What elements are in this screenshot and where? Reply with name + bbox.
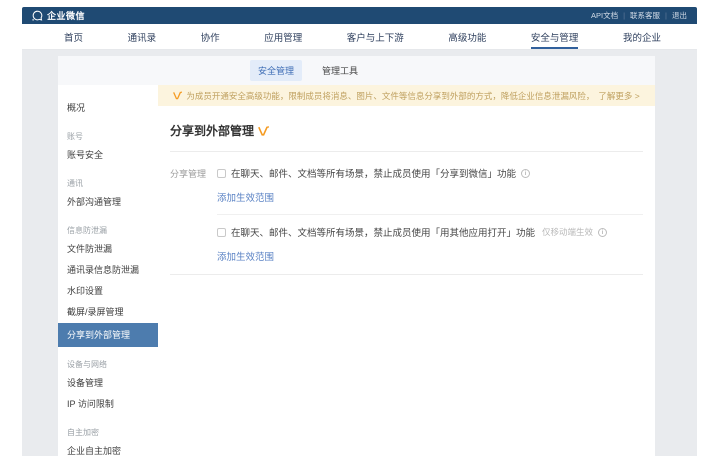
sidebar-item-account-security[interactable]: 账号安全 [58, 145, 158, 166]
divider [170, 151, 643, 152]
sidebar-section-device-network: 设备与网络 [58, 357, 158, 373]
open-with-other-app-checkbox[interactable] [217, 228, 226, 237]
rules-column: 在聊天、邮件、文档等所有场景，禁止成员使用「分享到微信」功能 i 添加生效范围 … [217, 166, 643, 263]
sidebar-section-info-leak-prevention: 信息防泄漏 [58, 223, 158, 239]
info-icon[interactable]: i [598, 228, 607, 237]
page-background: 安全管理 管理工具 为成员开通安全高级功能，限制成员将消息、图片、文件等信息分享… [22, 50, 697, 456]
add-scope-link[interactable]: 添加生效范围 [217, 249, 274, 263]
nav-item-security-management[interactable]: 安全与管理 [531, 24, 579, 49]
admin-console: 企业微信 API文档 | 联系客服 | 退出 首页 通讯录 协作 应用管理 客户… [22, 7, 697, 456]
sidebar-item-device-management[interactable]: 设备管理 [58, 373, 158, 394]
top-bar: 企业微信 API文档 | 联系客服 | 退出 [22, 7, 697, 24]
sidebar-item-ip-access-restriction[interactable]: IP 访问限制 [58, 394, 158, 415]
rule-note: 仅移动端生效 [542, 226, 593, 238]
premium-v-icon [173, 91, 182, 100]
info-icon[interactable]: i [521, 169, 530, 178]
sidebar-item-contacts-leak-prevention[interactable]: 通讯录信息防泄漏 [58, 260, 158, 281]
separator: | [665, 11, 667, 20]
separator: | [623, 11, 625, 20]
nav-item-contacts[interactable]: 通讯录 [128, 24, 157, 49]
sidebar-item-share-to-external[interactable]: 分享到外部管理 [58, 323, 158, 347]
api-docs-link[interactable]: API文档 [591, 10, 618, 21]
logo-text: 企业微信 [47, 9, 85, 22]
rule-share-to-wechat: 在聊天、邮件、文档等所有场景，禁止成员使用「分享到微信」功能 i 添加生效范围 [217, 166, 643, 204]
nav-item-app-management[interactable]: 应用管理 [264, 24, 302, 49]
sidebar-item-external-communication[interactable]: 外部沟通管理 [58, 192, 158, 213]
divider [217, 214, 643, 215]
sidebar-section-account: 账号 [58, 129, 158, 145]
sidebar-item-enterprise-self-encryption[interactable]: 企业自主加密 [58, 441, 158, 456]
notice-text: 为成员开通安全高级功能，限制成员将消息、图片、文件等信息分享到外部的方式，降低企… [186, 90, 594, 102]
main-nav: 首页 通讯录 协作 应用管理 客户与上下游 高级功能 安全与管理 我的企业 [22, 24, 697, 50]
topbar-links: API文档 | 联系客服 | 退出 [591, 10, 687, 21]
main-panel: 安全管理 管理工具 为成员开通安全高级功能，限制成员将消息、图片、文件等信息分享… [58, 56, 655, 456]
page-title: 分享到外部管理 [170, 122, 254, 139]
settings-sidebar: 概况 账号 账号安全 通讯 外部沟通管理 信息防泄漏 文件防泄漏 通讯录信息防泄… [58, 85, 158, 456]
nav-item-customers[interactable]: 客户与上下游 [347, 24, 404, 49]
rule-open-with-other-app: 在聊天、邮件、文档等所有场景，禁止成员使用「用其他应用打开」功能 仅移动端生效 … [217, 225, 643, 263]
rule-label: 在聊天、邮件、文档等所有场景，禁止成员使用「分享到微信」功能 [231, 166, 516, 180]
logout-link[interactable]: 退出 [672, 10, 687, 21]
nav-item-my-company[interactable]: 我的企业 [623, 24, 661, 49]
premium-v-icon [258, 126, 269, 136]
content-area: 分享到外部管理 分享管理 在聊天、邮件、文档等所有场景，禁止成员使用「分享到微信… [158, 106, 655, 456]
sidebar-item-screenshot-management[interactable]: 截屏/录屏管理 [58, 302, 158, 323]
sidebar-section-self-encryption: 自主加密 [58, 425, 158, 441]
chat-bubble-icon [32, 10, 43, 21]
share-to-wechat-checkbox[interactable] [217, 169, 226, 178]
tab-security-management[interactable]: 安全管理 [250, 60, 302, 81]
nav-item-advanced-features[interactable]: 高级功能 [448, 24, 486, 49]
sidebar-item-watermark-settings[interactable]: 水印设置 [58, 281, 158, 302]
tab-bar: 安全管理 管理工具 [58, 56, 655, 85]
sidebar-item-file-leak-prevention[interactable]: 文件防泄漏 [58, 239, 158, 260]
rule-label: 在聊天、邮件、文档等所有场景，禁止成员使用「用其他应用打开」功能 [231, 225, 535, 239]
divider [170, 274, 643, 275]
learn-more-link[interactable]: 了解更多 > [598, 90, 639, 102]
share-management-section: 分享管理 在聊天、邮件、文档等所有场景，禁止成员使用「分享到微信」功能 i 添加… [170, 166, 643, 263]
rule-check-line: 在聊天、邮件、文档等所有场景，禁止成员使用「用其他应用打开」功能 仅移动端生效 … [217, 225, 643, 239]
add-scope-link[interactable]: 添加生效范围 [217, 190, 274, 204]
nav-item-home[interactable]: 首页 [64, 24, 83, 49]
sidebar-section-communication: 通讯 [58, 176, 158, 192]
page-title-row: 分享到外部管理 [170, 122, 643, 139]
rule-check-line: 在聊天、邮件、文档等所有场景，禁止成员使用「分享到微信」功能 i [217, 166, 643, 180]
wechat-work-logo[interactable]: 企业微信 [32, 9, 85, 22]
sidebar-item-overview[interactable]: 概况 [58, 98, 158, 119]
nav-item-collaboration[interactable]: 协作 [201, 24, 220, 49]
upgrade-notice-bar: 为成员开通安全高级功能，限制成员将消息、图片、文件等信息分享到外部的方式，降低企… [158, 85, 655, 106]
section-label: 分享管理 [170, 166, 217, 263]
tab-management-tools[interactable]: 管理工具 [314, 60, 366, 81]
contact-support-link[interactable]: 联系客服 [630, 10, 660, 21]
